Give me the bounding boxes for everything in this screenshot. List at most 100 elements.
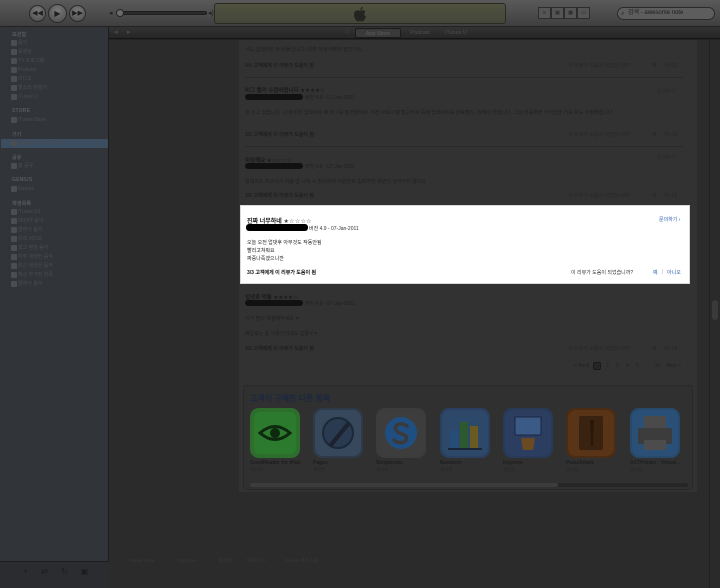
- review-yes-link[interactable]: 예: [652, 131, 657, 138]
- eye-icon: [250, 408, 300, 458]
- sidebar-item[interactable]: 자주 재생한 음악: [18, 253, 53, 261]
- sidebar-item-icon: [11, 76, 17, 82]
- grid-view-icon[interactable]: ▩: [564, 7, 577, 19]
- add-playlist-button[interactable]: +: [20, 567, 31, 577]
- review-yes-link[interactable]: 예: [652, 345, 657, 352]
- sidebar-item[interactable]: iTunes DJ: [18, 208, 40, 216]
- sidebar-item[interactable]: 음악: [18, 39, 27, 47]
- sidebar-item[interactable]: TV 프로그램: [18, 57, 44, 65]
- review-yes-link[interactable]: 예: [653, 269, 658, 276]
- app-tile[interactable]: Keynote 생산성: [503, 408, 555, 476]
- review-no-link[interactable]: 아니오: [664, 131, 678, 138]
- sidebar-item[interactable]: 90년대 음악: [18, 217, 43, 225]
- shuffle-button[interactable]: ⇄: [39, 567, 50, 577]
- s-icon: [376, 408, 426, 458]
- sidebar-item[interactable]: 뮤직 비디오: [18, 235, 42, 243]
- highlighted-review: 진짜 너무하네 ★☆☆☆☆ 버전 4.9 - 07-Jan-2011 문의하기 …: [240, 205, 690, 284]
- scrollbar-thumb[interactable]: [712, 300, 718, 320]
- app-tile[interactable]: Pages 생산성: [313, 408, 365, 476]
- redacted-username: [245, 163, 303, 169]
- home-icon[interactable]: ⌂: [345, 29, 349, 35]
- report-link[interactable]: 문의하기: [657, 154, 675, 161]
- printer-icon: [630, 408, 680, 458]
- search-value: 검색 - awesome note: [628, 10, 684, 16]
- search-field[interactable]: ⌕ 검색 - awesome note: [617, 7, 715, 20]
- sidebar-item[interactable]: 라디오: [18, 75, 32, 83]
- review-no-link[interactable]: 아니오: [664, 345, 678, 352]
- review-helpful-count: 3/3 고객에게 이 리뷰가 도움이 됨: [245, 346, 315, 352]
- sidebar-item[interactable]: 동영상: [18, 48, 32, 56]
- app-tile[interactable]: Numbers 생산성: [440, 408, 492, 476]
- footer-link[interactable]: iTunes Store: [129, 558, 154, 563]
- footer-link[interactable]: 기프트 카드: [245, 558, 267, 564]
- page-link[interactable]: 10: [653, 362, 661, 370]
- bar-chart-icon: [440, 408, 490, 458]
- volume-low-icon: ◂: [109, 10, 113, 17]
- artwork-toggle-button[interactable]: ▣: [79, 567, 90, 577]
- page-link[interactable]: 3: [613, 362, 621, 370]
- app-tile[interactable]: GoodReader for iPad 생산성: [250, 408, 302, 476]
- prev-page-link[interactable]: < Back: [574, 362, 589, 370]
- repeat-button[interactable]: ↻: [59, 567, 70, 577]
- fast-forward-button[interactable]: ▶▶: [69, 5, 86, 22]
- review-meta: 버전 4.9 - 07-Jan-2011: [305, 95, 355, 101]
- footer-link[interactable]: 활성화: [219, 558, 231, 564]
- rewind-button[interactable]: ◀◀: [29, 5, 46, 22]
- footer-link[interactable]: Genius 추천 사용: [285, 558, 318, 564]
- sidebar-item[interactable]: iTunes Store: [18, 116, 46, 124]
- footer-link[interactable]: App Store: [177, 558, 197, 563]
- tab-itunes-u[interactable]: iTunes U: [439, 28, 473, 38]
- review-helpful-count: 3/3 고객에게 이 리뷰가 도움이 됨: [245, 193, 315, 199]
- vertical-scrollbar[interactable]: [709, 40, 720, 588]
- app-tile[interactable]: Simplenote 생산성: [376, 408, 428, 476]
- sidebar-item[interactable]: 최고 평점 음악: [18, 244, 48, 252]
- back-arrow-icon[interactable]: ◂: [114, 28, 118, 36]
- sidebar-item[interactable]: Genius: [18, 185, 34, 193]
- review-body: 업데이트 하고나서 처음 앱 시작 시 정리하지 이원번호 입력하면 화면이 넘…: [245, 179, 426, 185]
- review-no-link[interactable]: 아니오: [664, 192, 678, 199]
- tab-app-store[interactable]: App Store: [355, 28, 401, 38]
- review-yes-link[interactable]: 예: [652, 62, 657, 69]
- page-link[interactable]: 4: [623, 362, 631, 370]
- sidebar-item[interactable]: 홈 공유: [18, 162, 33, 170]
- review-body-line: 이거 빨리 해결해주세요 ㅠ: [245, 316, 300, 322]
- play-button[interactable]: ▶: [48, 4, 67, 23]
- forward-arrow-icon[interactable]: ▸: [127, 28, 131, 36]
- sidebar-item[interactable]: 벨소리 만들기: [18, 84, 47, 92]
- sidebar-section-header: 공유: [12, 155, 22, 161]
- sidebar-item-icon: [11, 94, 17, 100]
- review-no-link[interactable]: 아니오: [667, 269, 681, 276]
- sidebar-item[interactable]: 최근 추가된 항목: [18, 271, 53, 279]
- report-link[interactable]: 문의하기: [657, 88, 675, 95]
- sidebar-section-header: GENIUS: [12, 177, 33, 183]
- app-category: 생산성: [250, 467, 263, 472]
- scrollbar-thumb[interactable]: [250, 483, 558, 487]
- sidebar-item[interactable]: 최근 재생한 음악: [18, 262, 53, 270]
- horizontal-scrollbar[interactable]: [250, 483, 688, 487]
- volume-knob[interactable]: [116, 9, 124, 17]
- sidebar-item[interactable]: wooky70의 iPhone: [18, 139, 59, 147]
- sidebar-item[interactable]: 클래식 음악: [18, 280, 42, 288]
- album-view-icon[interactable]: ▦: [551, 7, 564, 19]
- page-link[interactable]: 5: [633, 362, 641, 370]
- app-tile[interactable]: Penultimate 생산성: [566, 408, 618, 476]
- volume-slider[interactable]: [116, 9, 207, 17]
- page-link[interactable]: 1: [593, 362, 602, 370]
- app-tile[interactable]: ACTPrinter - Virtual... 생산성: [630, 408, 682, 476]
- coverflow-view-icon[interactable]: ▭: [577, 7, 590, 19]
- sidebar-item[interactable]: iTunes U: [18, 93, 38, 101]
- tab-podcast[interactable]: Podcast: [403, 28, 437, 38]
- sidebar-item-icon: [11, 40, 17, 46]
- next-page-link[interactable]: Next >: [666, 362, 681, 370]
- sidebar-item-icon: [11, 254, 17, 260]
- app-name: Pages: [313, 460, 328, 466]
- review-no-link[interactable]: 아니오: [664, 62, 678, 69]
- list-view-icon[interactable]: ≡: [538, 7, 551, 19]
- sidebar-item[interactable]: Podcast: [18, 66, 36, 74]
- sidebar-item[interactable]: 클래식 음악: [18, 226, 42, 234]
- review-yes-link[interactable]: 예: [652, 192, 657, 199]
- report-link[interactable]: 문의하기 ›: [659, 216, 680, 223]
- sidebar-item-icon: [11, 263, 17, 269]
- sidebar-item-icon: [11, 218, 17, 224]
- page-link[interactable]: 2: [603, 362, 611, 370]
